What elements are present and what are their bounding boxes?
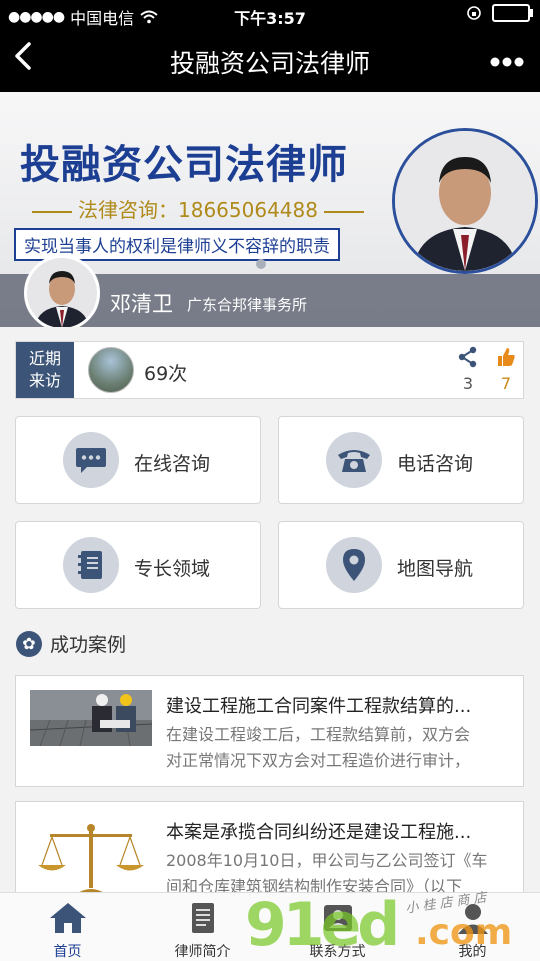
chat-icon bbox=[63, 432, 119, 488]
like-count: 7 bbox=[500, 374, 512, 393]
tab-mine-label: 我的 bbox=[458, 944, 487, 960]
online-consult-card[interactable]: 在线咨询 bbox=[15, 416, 261, 504]
online-consult-label: 在线咨询 bbox=[134, 453, 211, 475]
share-icon bbox=[458, 346, 477, 368]
recent-visits-bar: 近期 来访 69次 3 7 bbox=[15, 341, 524, 399]
lawyer-name: 邓清卫 bbox=[110, 292, 173, 316]
tab-lawyer-profile-label: 律师简介 bbox=[174, 944, 231, 960]
visit-count: 69次 bbox=[144, 363, 188, 385]
phone-consult-card[interactable]: 电话咨询 bbox=[278, 416, 524, 504]
map-navigation-card[interactable]: 地图导航 bbox=[278, 521, 524, 609]
lawyer-avatar bbox=[24, 255, 100, 327]
like-button[interactable]: 7 bbox=[494, 346, 518, 393]
phone-icon bbox=[326, 432, 382, 488]
map-pin-icon bbox=[326, 537, 382, 593]
tab-home-label: 首页 bbox=[53, 944, 82, 960]
banner-title: 投融资公司法律师 bbox=[20, 141, 348, 188]
rotation-lock-icon bbox=[467, 6, 481, 20]
more-button[interactable] bbox=[490, 42, 524, 75]
tab-contact[interactable]: 联系方式 bbox=[270, 893, 405, 961]
battery-icon bbox=[492, 4, 533, 22]
phone-consult-label: 电话咨询 bbox=[397, 453, 474, 475]
construction-thumbnail bbox=[30, 690, 152, 746]
ellipsis-icon bbox=[490, 57, 524, 67]
gear-icon: ✿ bbox=[16, 630, 42, 657]
recent-visits-tag: 近期 来访 bbox=[16, 342, 74, 398]
home-icon bbox=[49, 903, 86, 933]
case-item[interactable]: 建设工程施工合同案件工程款结算的... 在建设工程竣工后，工程款结算前，双方会 … bbox=[15, 675, 524, 787]
tab-home[interactable]: 首页 bbox=[0, 893, 135, 961]
profile-banner: 投融资公司法律师 法律咨询：18665064488 实现当事人的权利是律师义不容… bbox=[0, 92, 540, 327]
user-icon bbox=[457, 904, 488, 934]
thumbs-up-icon bbox=[498, 348, 515, 366]
tab-lawyer-profile[interactable]: 律师简介 bbox=[135, 893, 270, 961]
justice-scale-thumbnail bbox=[30, 820, 152, 900]
notebook-icon bbox=[63, 537, 119, 593]
success-cases-heading: ✿ 成功案例 bbox=[16, 630, 126, 657]
profile-card-icon bbox=[191, 903, 214, 933]
expertise-label: 专长领域 bbox=[134, 558, 211, 580]
nav-bar: 投融资公司法律师 bbox=[0, 30, 540, 92]
visitor-avatar[interactable] bbox=[88, 347, 134, 393]
tab-contact-label: 联系方式 bbox=[309, 944, 366, 960]
bottom-tab-bar: 首页 律师简介 联系方式 我的 bbox=[0, 892, 540, 961]
banner-phone: 法律咨询：18665064488 bbox=[26, 194, 370, 223]
lawyer-portrait-large bbox=[392, 128, 538, 274]
carousel-indicator bbox=[256, 259, 266, 269]
case-description: 在建设工程竣工后，工程款结算前，双方会 对正常情况下双方会对工程造价进行审计， bbox=[166, 725, 471, 770]
share-count: 3 bbox=[462, 374, 474, 393]
contact-icon bbox=[323, 905, 352, 931]
expertise-card[interactable]: 专长领域 bbox=[15, 521, 261, 609]
tab-mine[interactable]: 我的 bbox=[405, 893, 540, 961]
status-bar: ●●●●● 中国电信 下午3:57 bbox=[0, 0, 540, 30]
law-firm-name: 广东合邦律事务所 bbox=[187, 296, 308, 314]
share-button[interactable]: 3 bbox=[456, 346, 480, 393]
case-title: 本案是承揽合同纠纷还是建设工程施... bbox=[166, 822, 472, 843]
case-title: 建设工程施工合同案件工程款结算的... bbox=[166, 696, 472, 717]
clock: 下午3:57 bbox=[234, 9, 306, 28]
page-title: 投融资公司法律师 bbox=[169, 49, 370, 78]
map-navigation-label: 地图导航 bbox=[397, 558, 474, 580]
